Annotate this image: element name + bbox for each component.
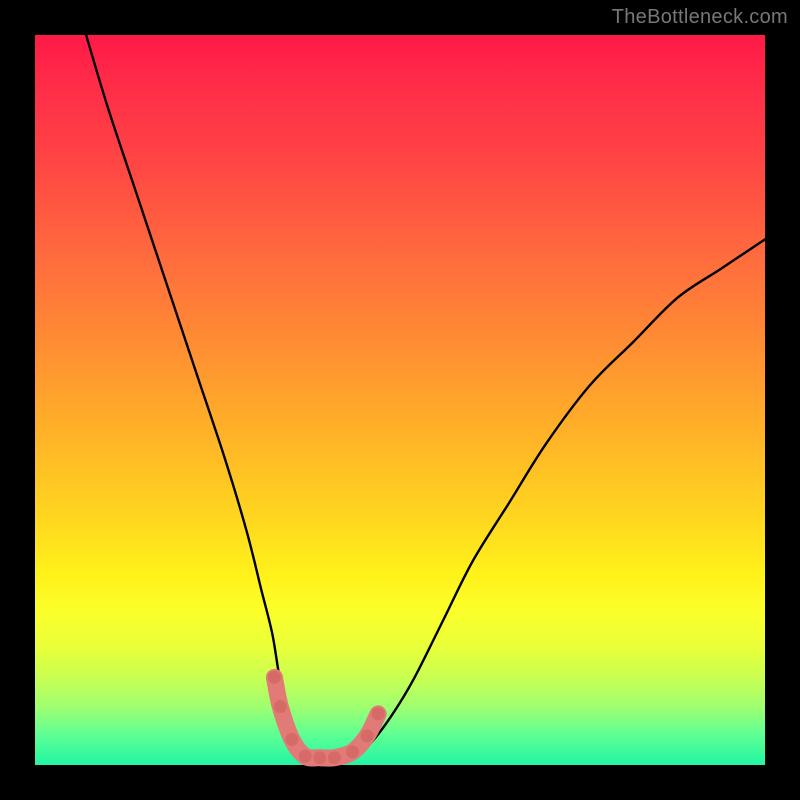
- valley-marker-dot: [328, 751, 341, 764]
- valley-marker-dot: [268, 671, 281, 684]
- valley-marker-dot: [299, 750, 312, 763]
- valley-stroke: [274, 677, 378, 758]
- valley-marker-dot: [346, 745, 359, 758]
- valley-marker-dot: [313, 751, 326, 764]
- valley-marker-dot: [285, 733, 298, 746]
- valley-marker-dot: [274, 700, 287, 713]
- curve-left-branch: [86, 35, 342, 758]
- curve-layer: [35, 35, 765, 765]
- chart-frame: TheBottleneck.com: [0, 0, 800, 800]
- valley-marker-dot: [361, 729, 374, 742]
- curve-right-branch: [342, 239, 765, 757]
- valley-marker-dot: [372, 707, 385, 720]
- watermark-text: TheBottleneck.com: [612, 6, 788, 29]
